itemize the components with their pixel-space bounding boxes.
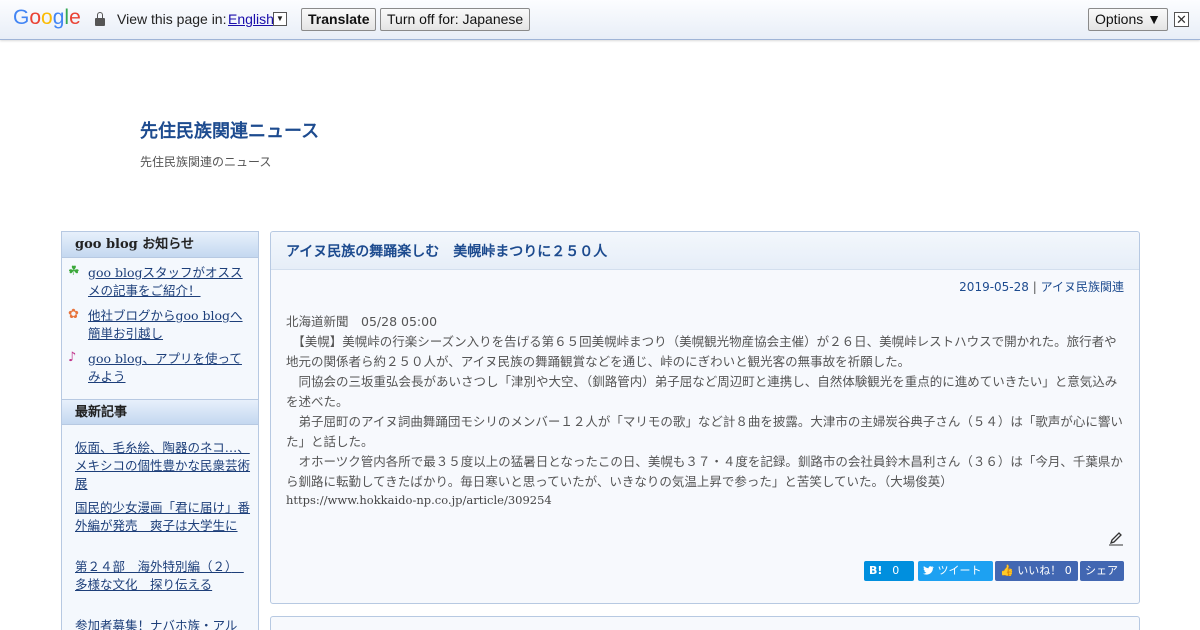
article-paragraph: 同協会の三坂重弘会長があいさつし「津別や大空、（釧路管内）弟子屈など周辺町と連携… [286,374,1118,409]
blog-description: 先住民族関連のニュース [140,155,272,169]
notice-link[interactable]: 他社ブログからgoo blogへ簡単お引越し [88,307,254,343]
recent-item: 国民的少女漫画「君に届け」番外編が発売 爽子は大学生に [75,499,255,535]
next-article [270,616,1140,630]
article-body: 北海道新聞 05/28 05:00 【美幌】美幌峠の行楽シーズン入りを告げる第６… [286,312,1126,492]
turn-off-button[interactable]: Turn off for: Japanese [380,8,531,31]
language-select[interactable]: English [228,11,274,27]
hatena-count: 0 [892,564,900,577]
article-title[interactable]: アイヌ民族の舞踊楽しむ 美幌峠まつりに２５０人 [286,241,607,261]
recent-item: 仮面、毛糸絵、陶器のネコ…、メキシコの個性豊かな民衆芸術展 [75,439,255,493]
clover-icon: ☘ [68,264,80,279]
thumbs-up-icon: 👍 [1000,564,1014,577]
hatena-bookmark-button[interactable]: B! 0 [864,561,914,581]
google-logo: Google [13,6,81,30]
recent-heading: 最新記事 [62,399,258,425]
recent-item: 第２４部 海外特別編（２） 多様な文化 探り伝える [75,558,255,594]
article-source-line: 北海道新聞 05/28 05:00 [286,314,438,329]
article-date[interactable]: 2019-05-28 [959,280,1029,294]
recent-item: 参加者募集！ナバホ族・アル [75,617,255,630]
article-category[interactable]: アイヌ民族関連 [1041,280,1124,294]
options-button[interactable]: Options ▼ [1088,8,1168,31]
chevron-down-icon[interactable]: ▼ [273,12,287,26]
meta-separator: | [1028,280,1041,294]
notice-link[interactable]: goo blogスタッフがオススメの記事をご紹介！ [88,264,254,300]
close-icon[interactable]: ✕ [1174,12,1189,27]
recent-link[interactable]: 国民的少女漫画「君に届け」番外編が発売 爽子は大学生に [75,500,250,533]
pencil-icon[interactable] [1108,530,1124,546]
view-page-in-label: View this page in: [117,11,227,27]
facebook-like-button[interactable]: 👍 いいね！ 0 [995,561,1078,581]
recent-link[interactable]: 仮面、毛糸絵、陶器のネコ…、メキシコの個性豊かな民衆芸術展 [75,440,250,491]
notice-item: ♪ goo blog、アプリを使ってみよう [68,350,254,386]
hatena-label: B! [869,564,883,577]
logo-letter: e [69,6,81,29]
twitter-bird-icon [923,566,934,575]
article-paragraph: 弟子屈町のアイヌ詞曲舞踊団モシリのメンバー１２人が「マリモの歌」など計８曲を披露… [286,414,1123,449]
like-count: 0 [1064,564,1072,577]
music-note-icon: ♪ [68,350,77,365]
facebook-share-button[interactable]: シェア [1080,561,1124,581]
article-paragraph: 【美幌】美幌峠の行楽シーズン入りを告げる第６５回美幌峠まつり（美幌観光物産協会主… [286,334,1117,369]
article-meta: 2019-05-28 | アイヌ民族関連 [959,278,1124,295]
source-url: https://www.hokkaido-np.co.jp/article/30… [286,493,552,507]
logo-letter: o [29,6,42,29]
article-header: アイヌ民族の舞踊楽しむ 美幌峠まつりに２５０人 [271,232,1139,270]
flower-icon: ✿ [68,307,79,322]
recent-link[interactable]: 参加者募集！ナバホ族・アル [75,618,237,630]
notice-link[interactable]: goo blog、アプリを使ってみよう [88,350,254,386]
notice-item: ☘ goo blogスタッフがオススメの記事をご紹介！ [68,264,254,300]
recent-link[interactable]: 第２４部 海外特別編（２） 多様な文化 探り伝える [75,559,244,592]
tweet-label: ツイート [937,564,982,577]
tweet-button[interactable]: ツイート [918,561,993,581]
logo-letter: g [52,6,65,29]
translate-button[interactable]: Translate [301,8,377,31]
blog-title[interactable]: 先住民族関連ニュース [140,117,319,143]
lock-icon [95,12,105,26]
article: アイヌ民族の舞踊楽しむ 美幌峠まつりに２５０人 2019-05-28 | アイヌ… [270,231,1140,604]
article-paragraph: オホーツク管内各所で最３５度以上の猛暑日となったこの日、美幌も３７・４度を記録。… [286,454,1123,489]
notice-item: ✿ 他社ブログからgoo blogへ簡単お引越し [68,307,254,343]
sidebar: goo blog お知らせ ☘ goo blogスタッフがオススメの記事をご紹介… [61,231,259,630]
translate-bar: Google View this page in: English ▼ Tran… [0,0,1200,40]
logo-letter: G [13,6,30,29]
like-label: いいね！ [1017,564,1062,577]
logo-letter: o [41,6,53,29]
notice-heading: goo blog お知らせ [62,232,258,258]
